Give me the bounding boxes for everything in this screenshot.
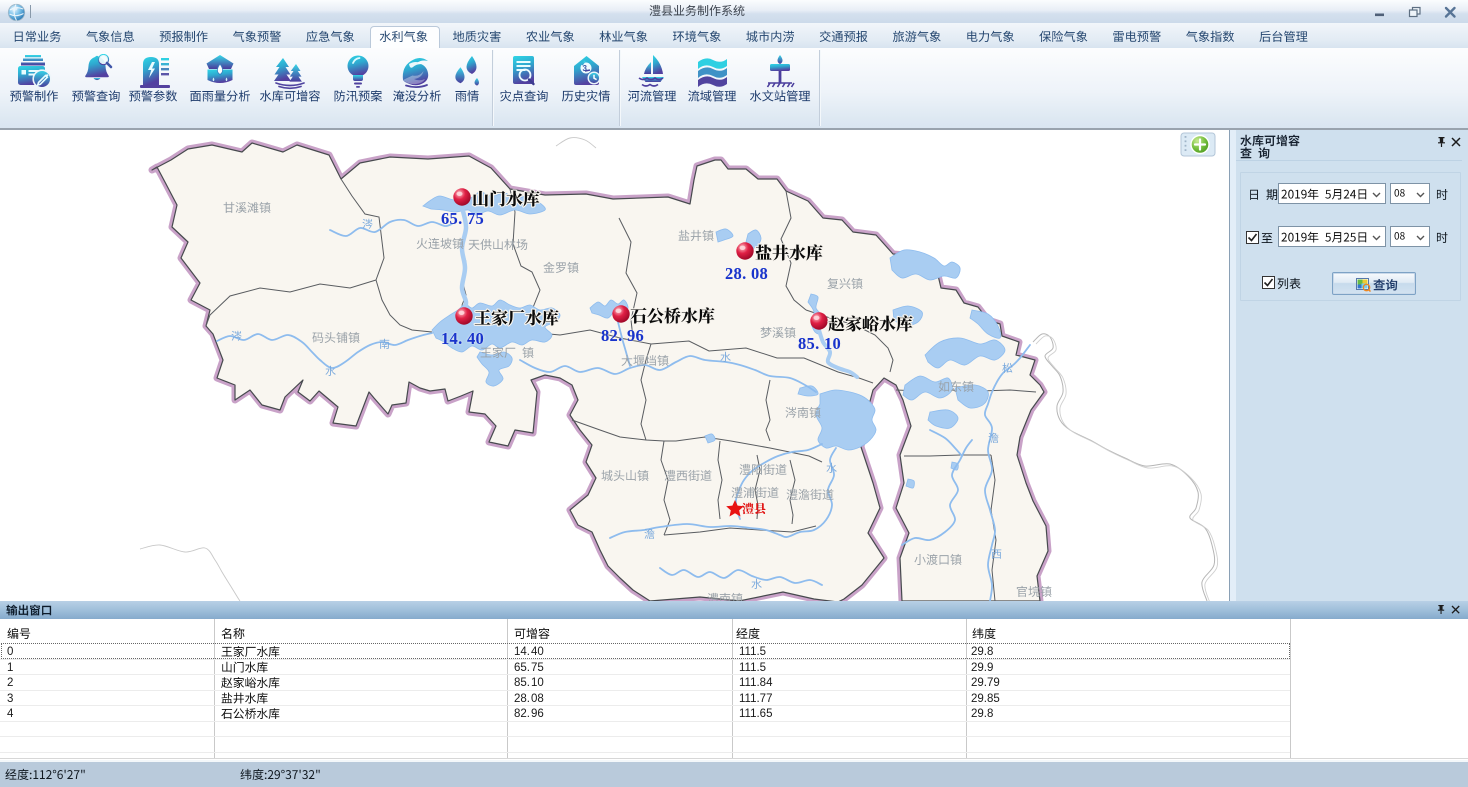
svg-text:3: 3 (583, 64, 588, 73)
